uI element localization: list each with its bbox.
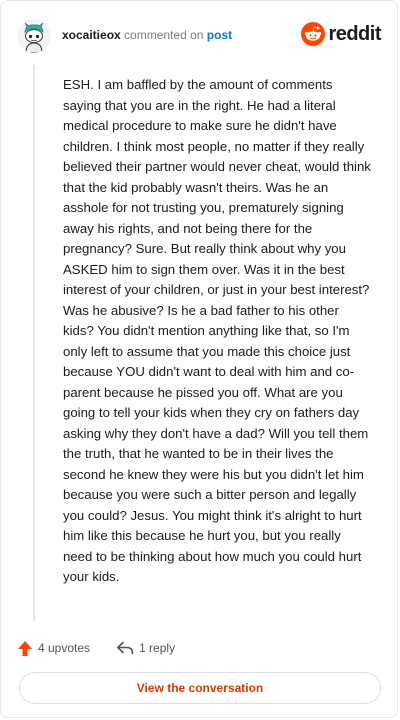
reddit-brand[interactable]: reddit bbox=[301, 21, 381, 47]
reply-arrow-icon bbox=[117, 641, 134, 655]
upvote-arrow-icon bbox=[18, 640, 32, 656]
upvote-count: 4 upvotes bbox=[38, 641, 91, 655]
post-link[interactable]: post bbox=[207, 28, 232, 42]
reply-button[interactable]: 1 reply bbox=[116, 641, 175, 655]
username[interactable]: xocaitieox bbox=[62, 28, 121, 42]
commented-on-text: commented on bbox=[124, 28, 204, 42]
upvote-button[interactable]: 4 upvotes bbox=[17, 640, 90, 657]
reddit-snoo-icon bbox=[301, 22, 326, 46]
avatar[interactable] bbox=[17, 19, 51, 53]
comment-embed-card: xocaitieox commented on post reddit ESH.… bbox=[0, 0, 398, 718]
view-conversation-button[interactable]: View the conversation bbox=[19, 672, 381, 704]
thread-line bbox=[33, 65, 35, 621]
reply-count: 1 reply bbox=[139, 641, 176, 655]
comment-body: ESH. I am baffled by the amount of comme… bbox=[63, 77, 371, 584]
snoo-avatar-icon bbox=[17, 19, 51, 53]
comment-actions: 4 upvotes 1 reply bbox=[17, 637, 175, 659]
comment-header: xocaitieox commented on post reddit bbox=[17, 15, 381, 55]
comment-meta: xocaitieox commented on post bbox=[62, 27, 232, 43]
reddit-wordmark: reddit bbox=[328, 22, 381, 45]
